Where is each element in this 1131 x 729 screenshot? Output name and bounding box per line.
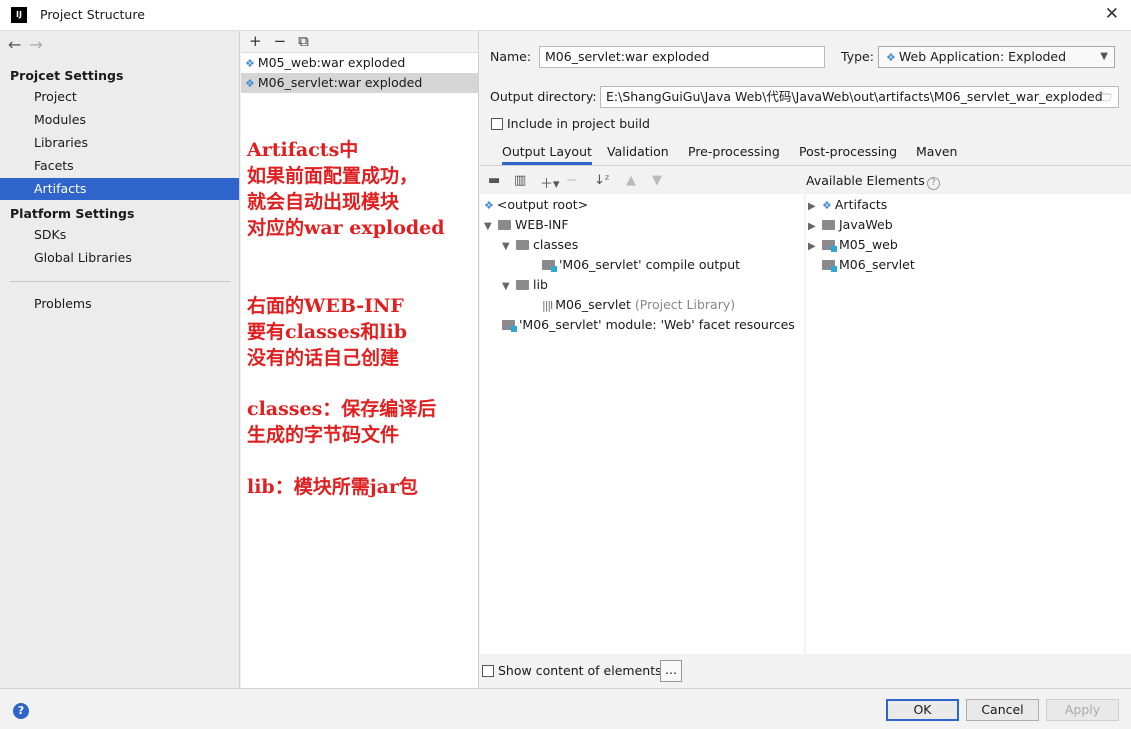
sidebar-item-project[interactable]: Project <box>0 86 239 108</box>
sidebar-divider <box>10 281 230 282</box>
forward-arrow-icon[interactable]: → <box>29 35 42 54</box>
new-directory-icon[interactable]: ▬ <box>488 173 500 188</box>
checkbox[interactable] <box>491 118 503 130</box>
tab-post-processing[interactable]: Post-processing <box>799 144 897 159</box>
add-icon[interactable]: + <box>249 32 262 50</box>
tab-maven[interactable]: Maven <box>916 144 957 159</box>
web-app-icon: ❖ <box>886 51 896 64</box>
intellij-logo-icon: IJ <box>11 7 27 23</box>
sidebar-item-global-libraries[interactable]: Global Libraries <box>0 247 239 269</box>
folder-icon <box>822 220 835 230</box>
folder-icon <box>498 220 511 230</box>
name-field[interactable]: M06_servlet:war exploded <box>539 46 825 68</box>
module-icon <box>822 260 837 272</box>
artifacts-toolbar: + − ⧉ <box>241 31 478 53</box>
move-down-icon[interactable]: ▼ <box>652 173 662 188</box>
chevron-right-icon[interactable]: ▶ <box>808 217 822 237</box>
tree-lib[interactable]: ▼ lib <box>502 275 548 295</box>
chevron-down-icon[interactable]: ▼ <box>484 217 498 237</box>
tree-classes[interactable]: ▼ classes <box>502 235 578 255</box>
artifacts-panel: + − ⧉ ❖ M05_web:war exploded ❖ M06_servlet:w… <box>241 31 479 688</box>
chevron-down-icon[interactable]: ▼ <box>502 277 516 297</box>
chevron-down-icon[interactable]: ▼ <box>502 237 516 257</box>
output-dir-field[interactable]: E:\ShangGuiGu\Java Web\代码\JavaWeb\out\ar… <box>600 86 1119 108</box>
more-options-button[interactable]: ... <box>660 660 682 682</box>
available-item[interactable]: ▶ JavaWeb <box>808 215 893 235</box>
web-root-icon: ❖ <box>484 199 494 212</box>
folder-icon <box>516 280 529 290</box>
name-label: Name: <box>490 49 532 64</box>
annotation-artifacts: Artifacts中 如果前面配置成功， 就会自动出现模块 对应的war exp… <box>247 139 445 239</box>
web-artifact-icon: ❖ <box>245 77 255 90</box>
annotation-lib: lib：模块所需jar包 <box>247 476 418 498</box>
available-item[interactable]: ▶ M05_web <box>808 235 898 255</box>
web-resource-icon <box>502 320 517 332</box>
settings-sidebar: ← → Projcet Settings Project Modules Libr… <box>0 31 240 688</box>
library-icon: |||l <box>542 299 553 312</box>
tree-web-inf[interactable]: ▼ WEB-INF <box>484 215 569 235</box>
available-elements-tree: ▶ ❖ Artifacts ▶ JavaWeb ▶ M05_web M06_servle… <box>806 194 1131 654</box>
artifact-item[interactable]: ❖ M05_web:war exploded <box>241 53 478 73</box>
chevron-down-icon: ▼ <box>1100 51 1108 62</box>
help-icon[interactable]: ? <box>13 703 29 719</box>
sidebar-item-modules[interactable]: Modules <box>0 109 239 131</box>
artifacts-icon: ❖ <box>822 199 832 212</box>
add-copy-icon[interactable]: ＋▾ <box>540 173 560 192</box>
apply-button[interactable]: Apply <box>1046 699 1119 721</box>
chevron-right-icon[interactable]: ▶ <box>808 197 822 217</box>
sidebar-item-facets[interactable]: Facets <box>0 155 239 177</box>
move-up-icon[interactable]: ▲ <box>626 173 636 188</box>
chevron-right-icon[interactable]: ▶ <box>808 237 822 257</box>
platform-settings-header: Platform Settings <box>10 206 135 221</box>
sidebar-item-sdks[interactable]: SDKs <box>0 224 239 246</box>
folder-browse-icon[interactable]: 🗁 <box>1097 87 1113 107</box>
copy-icon[interactable]: ⧉ <box>298 32 309 50</box>
create-archive-icon[interactable]: ▥ <box>514 173 526 188</box>
tab-output-layout[interactable]: Output Layout <box>502 144 592 165</box>
sort-icon[interactable]: ↓ᶻ <box>594 173 610 188</box>
tab-bar: Output Layout Validation Pre-processing … <box>480 141 1131 166</box>
sidebar-item-artifacts[interactable]: Artifacts <box>0 178 239 200</box>
sidebar-item-libraries[interactable]: Libraries <box>0 132 239 154</box>
module-output-icon <box>542 260 557 272</box>
remove-icon[interactable]: − <box>274 32 287 50</box>
window-title: Project Structure <box>40 7 145 22</box>
type-select[interactable]: ❖ Web Application: Exploded ▼ <box>878 46 1115 68</box>
title-bar: IJ Project Structure ✕ <box>0 0 1131 31</box>
type-label: Type: <box>841 49 874 64</box>
tab-pre-processing[interactable]: Pre-processing <box>688 144 780 159</box>
dialog-button-bar: ? OK Cancel Apply <box>0 688 1131 729</box>
output-dir-label: Output directory: <box>490 89 597 104</box>
back-arrow-icon[interactable]: ← <box>8 35 21 54</box>
show-content-checkbox[interactable]: Show content of elements <box>482 663 662 678</box>
folder-icon <box>516 240 529 250</box>
checkbox[interactable] <box>482 665 494 677</box>
artifact-item-selected[interactable]: ❖ M06_servlet:war exploded <box>241 73 478 93</box>
tree-output-root[interactable]: ❖ <output root> <box>484 195 588 215</box>
module-icon <box>822 240 837 252</box>
help-icon[interactable]: ? <box>926 177 940 190</box>
available-item[interactable]: ▶ ❖ Artifacts <box>808 195 887 215</box>
remove-element-icon[interactable]: − <box>566 173 577 188</box>
available-item[interactable]: M06_servlet <box>822 255 915 275</box>
sidebar-item-problems[interactable]: Problems <box>0 293 239 315</box>
close-icon[interactable]: ✕ <box>1105 4 1119 24</box>
annotation-web-inf: 右面的WEB-INF 要有classes和lib 没有的话自己创建 <box>247 295 407 369</box>
ok-button[interactable]: OK <box>886 699 959 721</box>
tree-facet-resources[interactable]: 'M06_servlet' module: 'Web' facet resour… <box>502 315 795 335</box>
tree-compile-output[interactable]: 'M06_servlet' compile output <box>542 255 740 275</box>
layout-toolbar: ▬ ▥ ＋▾ − ↓ᶻ ▲ ▼ <box>480 168 804 194</box>
output-layout-tree: ❖ <output root> ▼ WEB-INF ▼ classes 'M06_se… <box>480 194 804 654</box>
cancel-button[interactable]: Cancel <box>966 699 1039 721</box>
web-artifact-icon: ❖ <box>245 57 255 70</box>
artifact-config: Name: M06_servlet:war exploded Type: ❖ We… <box>480 31 1131 688</box>
include-build-checkbox[interactable]: Include in project build <box>491 116 650 131</box>
nav-arrows: ← → <box>8 35 51 54</box>
project-settings-header: Projcet Settings <box>10 68 124 83</box>
available-elements-header: Available Elements? <box>806 173 940 190</box>
tree-lib-entry[interactable]: |||l M06_servlet (Project Library) <box>542 295 735 315</box>
tab-validation[interactable]: Validation <box>607 144 669 159</box>
annotation-classes: classes：保存编译后 生成的字节码文件 <box>247 398 437 446</box>
